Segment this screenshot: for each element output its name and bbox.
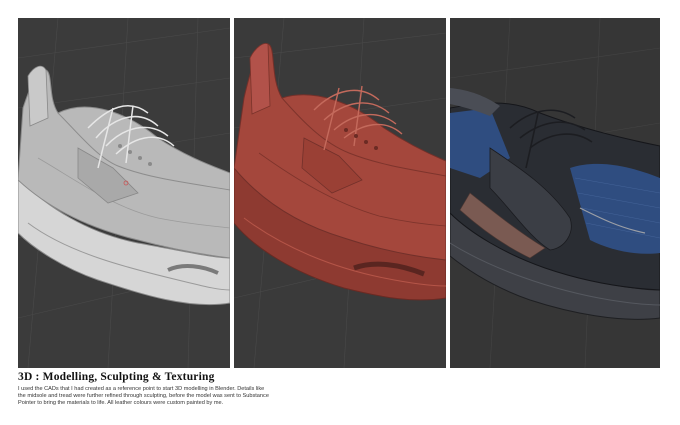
render-panel-textured xyxy=(450,18,660,368)
render-panel-red-clay xyxy=(234,18,446,368)
caption-title: 3D : Modelling, Sculpting & Texturing xyxy=(18,371,215,383)
caption-body: I used the CADs that I had created as a … xyxy=(18,386,318,407)
textured-shoe-render xyxy=(450,18,660,368)
red-shoe-render xyxy=(234,18,446,368)
render-panel-grey-clay xyxy=(18,18,230,368)
caption-line: Pointer to bring the materials to life. … xyxy=(18,400,224,406)
grey-shoe-render xyxy=(18,18,230,368)
caption-line: the midsole and tread were further refin… xyxy=(18,393,269,399)
caption-line: I used the CADs that I had created as a … xyxy=(18,386,265,392)
